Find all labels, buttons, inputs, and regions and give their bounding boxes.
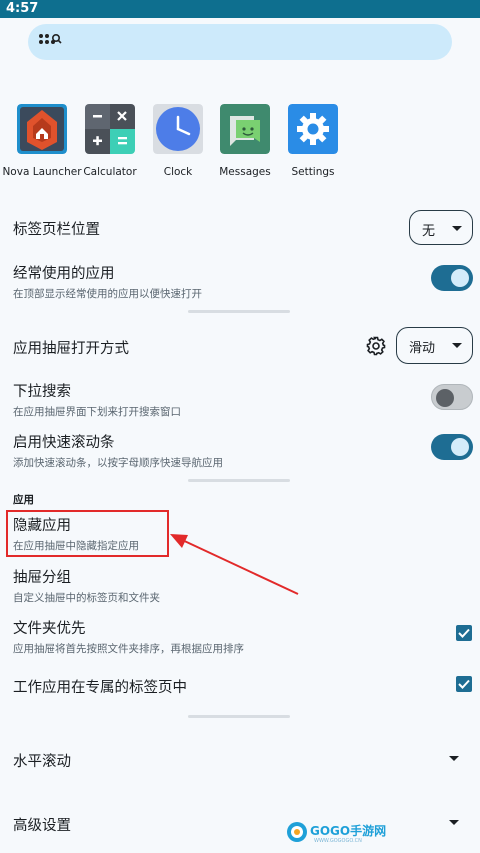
- messages-icon: [220, 104, 270, 154]
- toggle-knob: [451, 438, 469, 456]
- setting-title: 下拉搜索: [13, 384, 71, 400]
- horizontal-scroll-row[interactable]: 水平滚动: [13, 750, 71, 771]
- watermark-url: WWW.GOGOGO.CN: [314, 838, 362, 844]
- status-bar: 4:57: [0, 0, 480, 18]
- frequent-apps-row: Nova Launcher Calculator Clock Messages …: [0, 104, 480, 184]
- folders-first-checkbox[interactable]: [456, 625, 472, 641]
- toggle-knob: [451, 269, 469, 287]
- setting-subtitle: 应用抽屉将首先按照文件夹排序，再根据应用排序: [13, 643, 244, 655]
- check-icon: [458, 628, 470, 638]
- tab-bar-position-row[interactable]: 标签页栏位置: [13, 218, 100, 239]
- annotation-arrow: [170, 534, 299, 595]
- app-label: Settings: [291, 166, 335, 178]
- setting-subtitle: 在顶部显示经常使用的应用以便快速打开: [13, 288, 202, 300]
- gear-icon[interactable]: [366, 336, 386, 356]
- divider: [188, 479, 290, 482]
- setting-title: 应用抽屉打开方式: [13, 341, 129, 357]
- divider: [188, 715, 290, 718]
- setting-subtitle: 在应用抽屉界面下划来打开搜索窗口: [13, 406, 181, 418]
- chevron-down-icon[interactable]: [449, 756, 459, 761]
- setting-title: 水平滚动: [13, 754, 71, 770]
- nova-launcher-icon: [17, 104, 67, 154]
- settings-icon: [288, 104, 338, 154]
- fast-scrollbar-toggle[interactable]: [431, 434, 473, 460]
- check-icon: [458, 679, 470, 689]
- watermark-text: GOGO手游网: [310, 824, 387, 838]
- chevron-down-icon: [452, 343, 462, 348]
- pull-down-search-row[interactable]: 下拉搜索 在应用抽屉界面下划来打开搜索窗口: [13, 380, 181, 419]
- setting-title: 经常使用的应用: [13, 266, 115, 282]
- section-label-apps: 应用: [13, 494, 34, 506]
- fast-scrollbar-row[interactable]: 启用快速滚动条 添加快速滚动条，以按字母顺序快速导航应用: [13, 431, 223, 470]
- dropdown-value: 无: [422, 224, 436, 239]
- setting-title: 抽屉分组: [13, 570, 71, 586]
- setting-title: 启用快速滚动条: [13, 435, 115, 451]
- setting-title: 高级设置: [13, 818, 71, 834]
- pull-down-search-toggle[interactable]: [431, 384, 473, 410]
- divider: [188, 310, 290, 313]
- setting-subtitle: 添加快速滚动条，以按字母顺序快速导航应用: [13, 457, 223, 469]
- frequent-apps-toggle[interactable]: [431, 265, 473, 291]
- chevron-down-icon: [452, 226, 462, 231]
- frequent-apps-setting-row[interactable]: 经常使用的应用 在顶部显示经常使用的应用以便快速打开: [13, 262, 202, 301]
- toggle-knob: [436, 389, 454, 407]
- tab-bar-position-dropdown[interactable]: 无: [409, 210, 473, 245]
- work-apps-tab-row[interactable]: 工作应用在专属的标签页中: [13, 676, 187, 697]
- advanced-settings-row[interactable]: 高级设置: [13, 814, 71, 835]
- clock-icon: [153, 104, 203, 154]
- search-icon: [39, 33, 62, 44]
- drawer-open-mode-row[interactable]: 应用抽屉打开方式: [13, 337, 129, 358]
- setting-title: 文件夹优先: [13, 621, 86, 637]
- search-bar[interactable]: [28, 24, 452, 60]
- drawer-open-mode-dropdown[interactable]: 滑动: [396, 327, 473, 364]
- calculator-icon: [85, 104, 135, 154]
- work-apps-tab-checkbox[interactable]: [456, 676, 472, 692]
- watermark: GOGO手游网 WWW.GOGOGO.CN: [286, 818, 396, 848]
- app-settings[interactable]: Settings: [273, 104, 353, 178]
- folders-first-row[interactable]: 文件夹优先 应用抽屉将首先按照文件夹排序，再根据应用排序: [13, 617, 244, 656]
- setting-title: 工作应用在专属的标签页中: [13, 680, 187, 696]
- chevron-down-icon[interactable]: [449, 820, 459, 825]
- setting-title: 标签页栏位置: [13, 222, 100, 238]
- drawer-groups-row[interactable]: 抽屉分组 自定义抽屉中的标签页和文件夹: [13, 566, 160, 605]
- setting-subtitle: 自定义抽屉中的标签页和文件夹: [13, 592, 160, 604]
- status-time: 4:57: [6, 1, 39, 16]
- highlight-box: [6, 510, 169, 557]
- dropdown-value: 滑动: [409, 341, 436, 356]
- watermark-logo-icon: [287, 822, 307, 842]
